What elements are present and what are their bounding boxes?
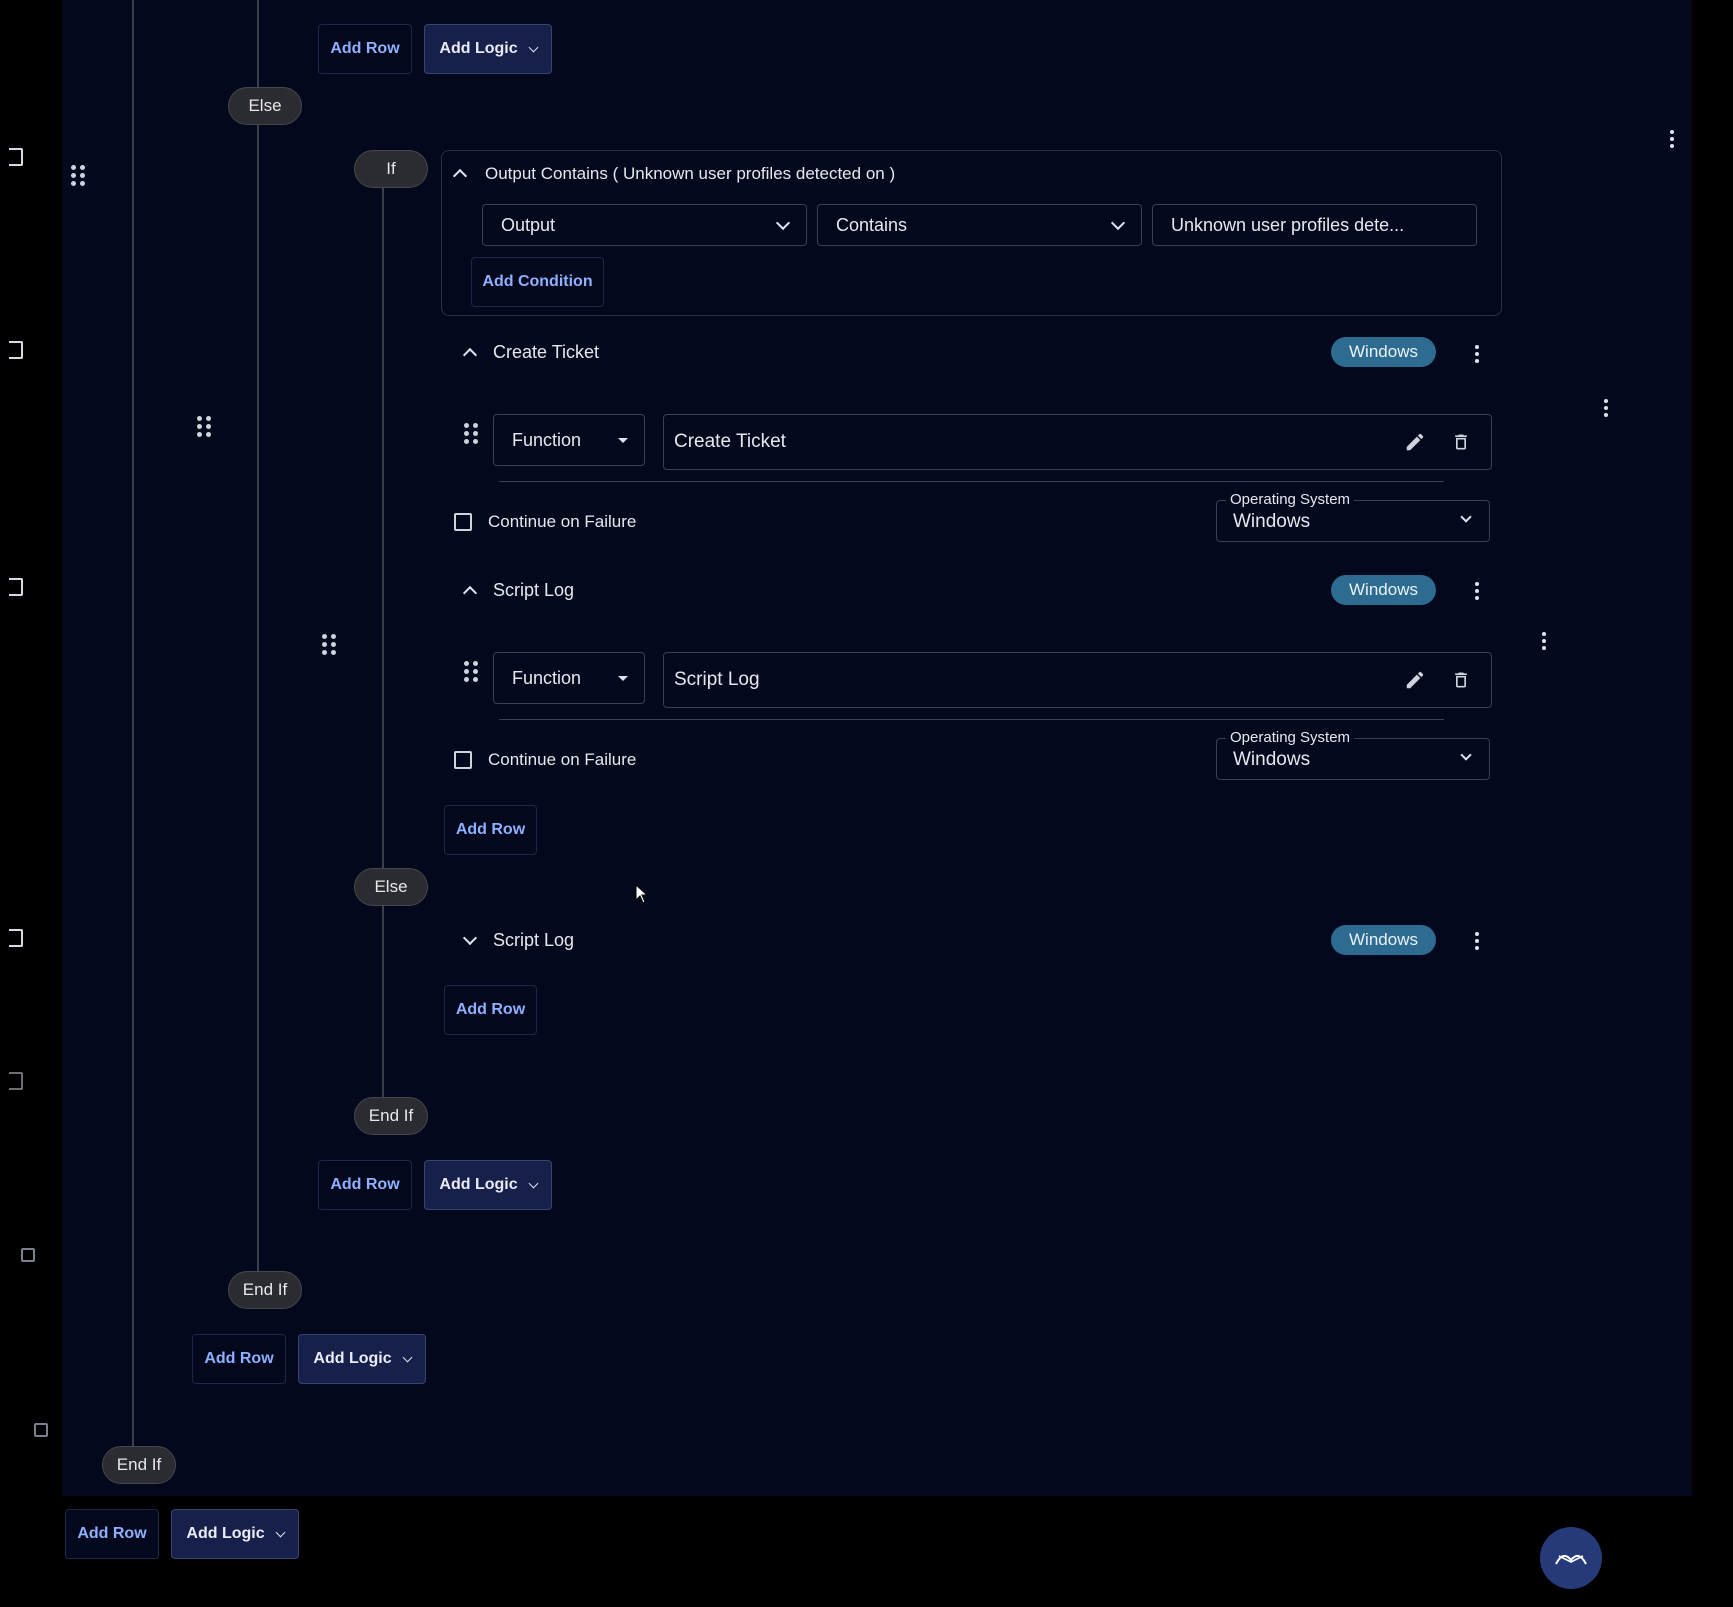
chevron-up-icon[interactable] [452, 168, 468, 184]
divider [499, 481, 1444, 482]
drag-handle-icon[interactable] [71, 165, 85, 186]
more-options-icon[interactable] [1669, 130, 1675, 148]
chevron-down-icon [1110, 215, 1126, 230]
sidebar-square-icon[interactable] [21, 1248, 35, 1262]
chevron-up-icon[interactable] [462, 347, 478, 362]
sidebar-bracket-icon[interactable] [9, 578, 23, 596]
sidebar-bracket-icon[interactable] [9, 148, 23, 166]
tree-line-inner [382, 185, 384, 1097]
function-input[interactable]: Script Log [663, 652, 1492, 708]
condition-title: Output Contains ( Unknown user profiles … [485, 164, 896, 183]
edit-icon[interactable] [1395, 422, 1435, 462]
type-select[interactable]: Function [493, 414, 645, 466]
drag-handle-icon[interactable] [322, 634, 336, 655]
add-logic-button[interactable]: Add Logic [171, 1509, 299, 1559]
tree-line-outer [132, 0, 134, 1448]
more-options-icon[interactable] [1603, 399, 1609, 417]
continue-on-failure-label: Continue on Failure [488, 750, 637, 769]
add-logic-button[interactable]: Add Logic [424, 24, 552, 74]
block-header[interactable]: Create Ticket [462, 342, 600, 363]
continue-on-failure-checkbox[interactable]: Continue on Failure [454, 512, 636, 532]
function-input[interactable]: Create Ticket [663, 414, 1492, 470]
more-options-icon[interactable] [1474, 582, 1480, 600]
tree-line-middle [257, 0, 259, 1272]
mouse-cursor-icon [635, 884, 649, 904]
block-title: Script Log [493, 580, 575, 600]
chevron-down-icon[interactable] [462, 930, 478, 946]
add-logic-label: Add Logic [439, 40, 518, 57]
end-if-pill: End If [354, 1097, 428, 1135]
add-row-button[interactable]: Add Row [192, 1334, 286, 1384]
add-logic-label: Add Logic [313, 1350, 392, 1367]
continue-on-failure-label: Continue on Failure [488, 512, 637, 531]
function-name: Create Ticket [674, 431, 786, 452]
sidebar-square-icon[interactable] [34, 1423, 48, 1437]
more-options-icon[interactable] [1474, 345, 1480, 363]
chevron-down-icon [528, 1178, 539, 1188]
delete-icon[interactable] [1441, 660, 1481, 700]
type-select-value: Function [512, 429, 582, 450]
chat-support-icon [1555, 1554, 1587, 1565]
continue-on-failure-checkbox[interactable]: Continue on Failure [454, 750, 636, 770]
chevron-down-icon [402, 1352, 413, 1362]
block-title: Create Ticket [493, 342, 600, 362]
condition-operator-value: Contains [836, 214, 908, 235]
os-select-value: Windows [1233, 749, 1311, 770]
else-pill: Else [354, 868, 428, 906]
condition-field-select[interactable]: Output [482, 204, 807, 246]
checkbox-icon[interactable] [454, 513, 472, 531]
os-badge: Windows [1331, 337, 1436, 367]
os-select-label: Operating System [1226, 491, 1355, 508]
add-row-button[interactable]: Add Row [318, 24, 412, 74]
drag-handle-icon[interactable] [464, 661, 478, 682]
type-select-value: Function [512, 667, 582, 688]
condition-value-input[interactable]: Unknown user profiles dete... [1152, 204, 1477, 246]
condition-field-value: Output [501, 214, 556, 235]
condition-operator-select[interactable]: Contains [817, 204, 1142, 246]
end-if-pill: End If [228, 1271, 302, 1309]
edit-icon[interactable] [1395, 660, 1435, 700]
block-header[interactable]: Script Log [462, 580, 575, 601]
condition-value-text: Unknown user profiles dete... [1171, 214, 1405, 235]
if-pill: If [354, 150, 428, 188]
add-logic-button[interactable]: Add Logic [424, 1160, 552, 1210]
sidebar-bracket-icon[interactable] [9, 929, 23, 947]
os-badge: Windows [1331, 575, 1436, 605]
add-logic-label: Add Logic [186, 1525, 265, 1542]
sidebar-bracket-icon[interactable] [9, 341, 23, 359]
else-pill: Else [228, 87, 302, 125]
add-logic-button[interactable]: Add Logic [298, 1334, 426, 1384]
dropdown-arrow-icon [618, 675, 628, 681]
else-block-header[interactable]: Script Log [462, 930, 575, 951]
end-if-pill: End If [102, 1446, 176, 1484]
block-title: Script Log [493, 930, 575, 950]
sidebar-bracket-icon[interactable] [9, 1072, 23, 1090]
chat-support-button[interactable] [1540, 1527, 1602, 1589]
drag-handle-icon[interactable] [464, 423, 478, 444]
chevron-down-icon [275, 1527, 286, 1537]
chevron-up-icon[interactable] [462, 585, 478, 600]
add-row-button[interactable]: Add Row [318, 1160, 412, 1210]
add-row-button[interactable]: Add Row [65, 1509, 159, 1559]
add-condition-button[interactable]: Add Condition [471, 257, 604, 307]
divider [499, 719, 1444, 720]
os-select-value: Windows [1233, 511, 1311, 532]
checkbox-icon[interactable] [454, 751, 472, 769]
chevron-down-icon [775, 215, 791, 230]
delete-icon[interactable] [1441, 422, 1481, 462]
dropdown-arrow-icon [618, 437, 628, 443]
type-select[interactable]: Function [493, 652, 645, 704]
os-badge: Windows [1331, 925, 1436, 955]
chevron-down-icon [528, 42, 539, 52]
add-row-button[interactable]: Add Row [444, 805, 537, 855]
condition-header[interactable]: Output Contains ( Unknown user profiles … [452, 164, 896, 184]
os-select-label: Operating System [1226, 729, 1355, 746]
add-logic-label: Add Logic [439, 1176, 518, 1193]
drag-handle-icon[interactable] [197, 416, 211, 437]
more-options-icon[interactable] [1474, 932, 1480, 950]
function-name: Script Log [674, 669, 760, 690]
add-row-button[interactable]: Add Row [444, 985, 537, 1035]
more-options-icon[interactable] [1541, 632, 1547, 650]
